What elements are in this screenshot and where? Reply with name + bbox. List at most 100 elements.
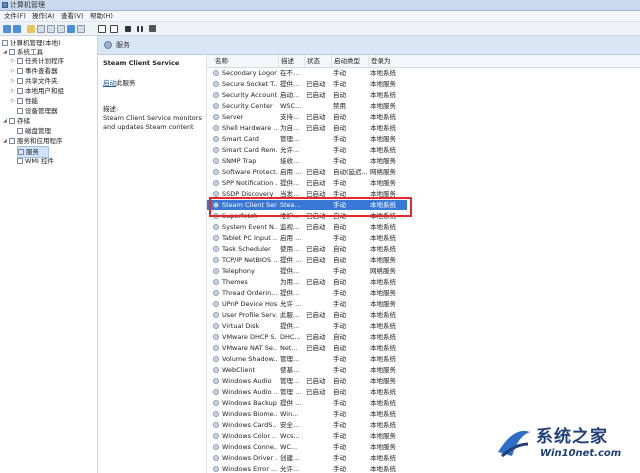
device-icon xyxy=(17,108,23,114)
table-row[interactable]: Windows Conne... WC... 手动 本地服务 xyxy=(207,442,407,452)
table-row[interactable]: Smart Card Rem... 允许... 手动 本地系统 xyxy=(207,145,407,155)
cell-name: Task Scheduler xyxy=(222,245,271,253)
forward-icon[interactable] xyxy=(13,25,21,33)
table-row[interactable]: Windows Error ... 允许... 手动 本地系统 xyxy=(207,464,407,473)
cell-startup: 手动 xyxy=(333,289,346,297)
table-row[interactable]: Windows Biome... Win... 手动 本地系统 xyxy=(207,409,407,419)
table-row[interactable]: SPP Notification ... 提供... 已启动 手动 本地服务 xyxy=(207,178,407,188)
table-row[interactable]: Smart Card 管理... 手动 本地服务 xyxy=(207,134,407,144)
collapse-icon[interactable]: ◢ xyxy=(3,138,7,144)
table-row[interactable]: Secure Socket T... 提供... 已启动 手动 本地服务 xyxy=(207,79,407,89)
table-row[interactable]: Task Scheduler 使用... 已启动 自动 本地系统 xyxy=(207,244,407,254)
folder-icon[interactable] xyxy=(27,25,35,33)
service-gear-icon xyxy=(213,411,219,417)
stop-icon[interactable] xyxy=(125,26,131,32)
table-row[interactable]: Telephony 提供... 手动 网络服务 xyxy=(207,266,407,276)
column-name[interactable]: 名称 xyxy=(213,55,228,67)
column-description[interactable]: 描述 xyxy=(278,55,294,67)
properties-icon[interactable] xyxy=(77,25,85,33)
table-row[interactable]: Windows Audio ... 管理 ... 已启动 自动 本地系统 xyxy=(207,387,407,397)
column-logon-as[interactable]: 登录为 xyxy=(368,55,391,67)
tree-shared-folders[interactable]: 共享文件夹 xyxy=(17,76,58,86)
table-row[interactable]: Software Protect... 启用 ... 已启动 自动(延迟... 网络服务 xyxy=(207,167,407,177)
cell-desc: 启用 ... xyxy=(280,168,302,176)
service-gear-icon xyxy=(213,466,219,472)
menu-help[interactable]: 帮助(H) xyxy=(90,11,113,21)
cell-name: Software Protect... xyxy=(222,168,277,176)
collapse-icon[interactable]: ◢ xyxy=(3,118,7,124)
table-row[interactable]: WebClient 使基... 手动 本地服务 xyxy=(207,365,407,375)
tree-wmi[interactable]: WMI 控件 xyxy=(17,156,54,166)
table-row[interactable]: Shell Hardware ... 为自... 已启动 自动 本地系统 xyxy=(207,123,407,133)
expand-icon[interactable]: ▷ xyxy=(11,68,15,74)
storage-icon xyxy=(9,118,15,124)
table-row[interactable]: Security Account...启动... 已启动自动 本地系统 xyxy=(207,90,407,100)
cell-desc: 监视... xyxy=(280,223,300,231)
table-row[interactable]: Secondary Logon 在不... 手动 本地系统 xyxy=(207,68,407,78)
table-row[interactable]: TCP/IP NetBIOS ... 提供 ... 已启动 自动 本地服务 xyxy=(207,255,407,265)
disk-icon xyxy=(17,128,23,134)
cell-name: UPnP Device Host xyxy=(222,300,277,308)
tree-task-scheduler[interactable]: 任务计划程序 xyxy=(17,56,64,66)
cell-logon: 本地系统 xyxy=(370,124,396,132)
column-startup-type[interactable]: 启动类型 xyxy=(331,55,360,67)
wmi-icon xyxy=(17,158,23,164)
tree-storage[interactable]: 存储 xyxy=(9,116,30,126)
table-row[interactable]: UPnP Device Host 允许 ... 手动 本地服务 xyxy=(207,299,407,309)
tree-device-manager[interactable]: 设备管理器 xyxy=(17,106,58,116)
table-row[interactable]: Windows Backup 提供 ... 手动 本地系统 xyxy=(207,398,407,408)
help-icon[interactable] xyxy=(67,25,75,33)
cell-startup: 手动 xyxy=(333,355,346,363)
tree-performance[interactable]: 性能 xyxy=(17,96,38,106)
restart-icon[interactable] xyxy=(149,25,156,32)
cell-desc: 管理... xyxy=(280,355,300,363)
table-row[interactable]: Themes 为用... 已启动 自动 本地系统 xyxy=(207,277,407,287)
table-row[interactable]: Windows Color ... Wcs... 手动 本地服务 xyxy=(207,431,407,441)
collapse-icon[interactable]: ◢ xyxy=(3,49,7,55)
table-row[interactable]: Windows CardS... 安全... 手动 本地系统 xyxy=(207,420,407,430)
cell-desc: Wcs... xyxy=(280,432,300,440)
tree-disk-management[interactable]: 磁盘管理 xyxy=(17,126,51,136)
column-status[interactable]: 状态 xyxy=(304,55,320,67)
expand-icon[interactable]: ▷ xyxy=(11,98,15,104)
navigation-tree: 计算机管理(本地) ◢ 系统工具 ▷ 任务计划程序 ▷ 事件查看器 ▷ 共享文件… xyxy=(0,36,98,473)
table-row[interactable]: VMware NAT Se... Net... 已启动 自动 本地系统 xyxy=(207,343,407,353)
tree-services-apps[interactable]: 服务和应用程序 xyxy=(9,136,63,146)
table-row[interactable]: Server 支持... 已启动 自动 本地系统 xyxy=(207,112,407,122)
table-row[interactable]: System Event N... 监视... 已启动 自动 本地系统 xyxy=(207,222,407,232)
table-row[interactable]: Windows Audio 管理... 已启动 自动 本地服务 xyxy=(207,376,407,386)
expand-icon[interactable]: ▷ xyxy=(11,58,15,64)
table-row[interactable]: Virtual Disk 提供... 手动 本地系统 xyxy=(207,321,407,331)
highlight-box xyxy=(209,197,412,217)
window-title: 计算机管理 xyxy=(10,1,45,9)
start-service-icon[interactable] xyxy=(110,25,118,33)
refresh-icon[interactable] xyxy=(47,25,55,33)
service-gear-icon xyxy=(213,389,219,395)
cell-desc: 为自... xyxy=(280,124,300,132)
export-icon[interactable] xyxy=(57,25,65,33)
table-row[interactable]: Windows Driver ... 创建... 手动 本地系统 xyxy=(207,453,407,463)
start-service-link[interactable]: 启动 xyxy=(103,79,116,87)
tree-local-users[interactable]: 本地用户和组 xyxy=(17,86,64,96)
cell-name: Virtual Disk xyxy=(222,322,260,330)
table-row[interactable]: User Profile Serv... 此服... 已启动 自动 本地系统 xyxy=(207,310,407,320)
table-row[interactable]: Security Center WSC... 禁用 本地服务 xyxy=(207,101,407,111)
menu-action[interactable]: 操作(A) xyxy=(32,11,55,21)
cell-startup: 手动 xyxy=(333,234,346,242)
table-row[interactable]: Volume Shadow... 管理... 手动 本地系统 xyxy=(207,354,407,364)
pause-icon[interactable] xyxy=(137,26,143,32)
table-row[interactable]: Thread Orderin... 提供... 手动 本地服务 xyxy=(207,288,407,298)
menu-file[interactable]: 文件(F) xyxy=(4,11,26,21)
cell-status: 已启动 xyxy=(306,223,326,231)
menu-view[interactable]: 查看(V) xyxy=(61,11,84,21)
tree-event-viewer[interactable]: 事件查看器 xyxy=(17,66,58,76)
table-row[interactable]: Tablet PC Input ... 启用 ... 手动 本地系统 xyxy=(207,233,407,243)
expand-icon[interactable]: ▷ xyxy=(11,88,15,94)
cell-startup: 手动 xyxy=(333,410,346,418)
table-row[interactable]: SNMP Trap 接收... 手动 本地服务 xyxy=(207,156,407,166)
console-icon[interactable] xyxy=(37,25,45,33)
back-icon[interactable] xyxy=(3,25,11,33)
table-row[interactable]: VMware DHCP S... DHC... 已启动 自动 本地系统 xyxy=(207,332,407,342)
play-icon[interactable] xyxy=(98,25,106,33)
expand-icon[interactable]: ▷ xyxy=(11,78,15,84)
